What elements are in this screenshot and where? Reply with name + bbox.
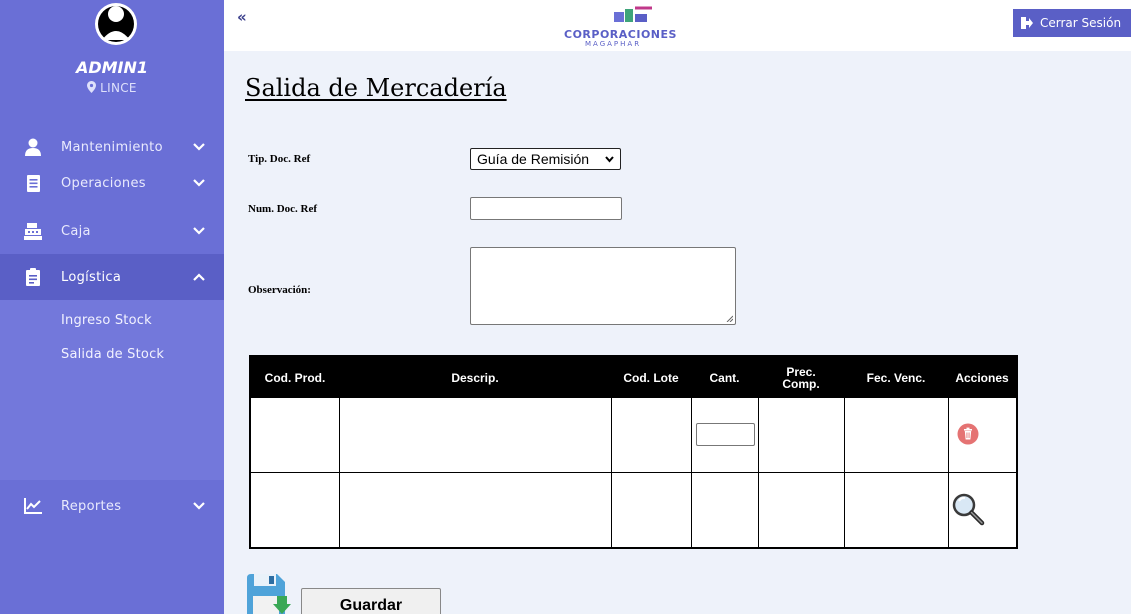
sidebar-item-label: Reportes [61,498,122,514]
products-table: Cod. Prod. Descrip. Cod. Lote Cant. Prec… [249,355,1018,549]
user-location: LINCE [0,81,224,95]
column-header-acciones: Acciones [955,370,1009,385]
tip-doc-label: Tip. Doc. Ref [248,153,311,165]
logout-button[interactable]: Cerrar Sesión [1013,9,1131,37]
avatar [94,0,138,48]
num-doc-input[interactable] [470,197,622,220]
sidebar-item-operaciones[interactable]: Operaciones [0,160,224,206]
clipboard-icon [24,268,42,286]
search-product-button[interactable] [951,492,985,526]
chart-line-icon [24,497,42,515]
chevron-down-icon [193,143,205,151]
column-header-descrip: Descrip. [451,370,499,385]
column-header-cod-prod: Cod. Prod. [264,370,326,385]
num-doc-label: Num. Doc. Ref [248,203,318,215]
tip-doc-selected-value: Guía de Remisión [477,151,590,167]
sidebar-item-caja[interactable]: Caja [0,208,224,254]
column-header-cant: Cant. [709,370,740,385]
chevron-down-icon [193,502,205,510]
chevron-down-icon [193,179,205,187]
logo-subtext: MAGAPHAR [585,40,642,48]
location-label: LINCE [100,81,137,95]
sign-out-icon [1021,17,1033,29]
page-title: Salida de Mercadería [245,74,507,102]
top-bar: « CORPORACIONES MAGAPHAR [224,0,1131,51]
chevron-down-icon [193,227,205,235]
sidebar-item-label: Logística [61,269,122,285]
column-header-cod-lote: Cod. Lote [623,370,679,385]
logo-truck-icon [614,6,652,22]
sidebar-item-label: Mantenimiento [61,139,163,155]
column-divider [844,398,845,549]
column-header-fec-venc: Fec. Venc. [866,370,926,385]
save-icon [247,574,291,614]
column-header-prec-comp: Prec. Comp. [782,364,820,391]
map-pin-icon [87,81,97,93]
magnifier-icon [952,493,985,526]
sidebar-item-logistica[interactable]: Logística [0,254,224,300]
tip-doc-select[interactable]: Guía de Remisión [470,148,621,170]
column-divider [339,398,340,549]
user-name: ADMIN1 [75,58,149,77]
chevron-up-icon [193,273,205,281]
save-button[interactable]: Guardar [301,588,441,614]
chevron-down-icon [605,156,614,163]
resize-grip-icon[interactable] [725,314,733,322]
column-divider [691,398,692,549]
collapse-sidebar-button[interactable]: « [237,8,247,26]
row-divider [251,472,1016,473]
submenu-item-salida-stock[interactable]: Salida de Stock [61,347,164,362]
sidebar: ADMIN1 LINCE Mantenimiento Operaciones C… [0,0,224,614]
sidebar-item-reportes[interactable]: Reportes [0,483,224,529]
logistica-submenu: Ingreso Stock Salida de Stock [0,300,224,480]
sidebar-item-label: Operaciones [61,175,146,191]
sidebar-item-label: Caja [61,223,91,239]
user-icon [24,138,42,156]
table-header: Cod. Prod. Descrip. Cod. Lote Cant. Prec… [251,357,1016,398]
cash-register-icon [24,222,42,240]
trash-icon [957,423,979,445]
quantity-input[interactable] [696,423,755,446]
column-divider [758,398,759,549]
document-icon [24,174,42,192]
observacion-textarea[interactable] [470,247,736,325]
company-logo: CORPORACIONES MAGAPHAR [554,4,714,48]
submenu-item-ingreso-stock[interactable]: Ingreso Stock [61,313,152,328]
column-divider [611,398,612,549]
logout-label: Cerrar Sesión [1040,16,1122,30]
observacion-label: Observación: [248,284,311,296]
delete-row-button[interactable] [957,423,979,445]
avatar-icon [95,3,137,45]
column-divider [948,398,949,549]
